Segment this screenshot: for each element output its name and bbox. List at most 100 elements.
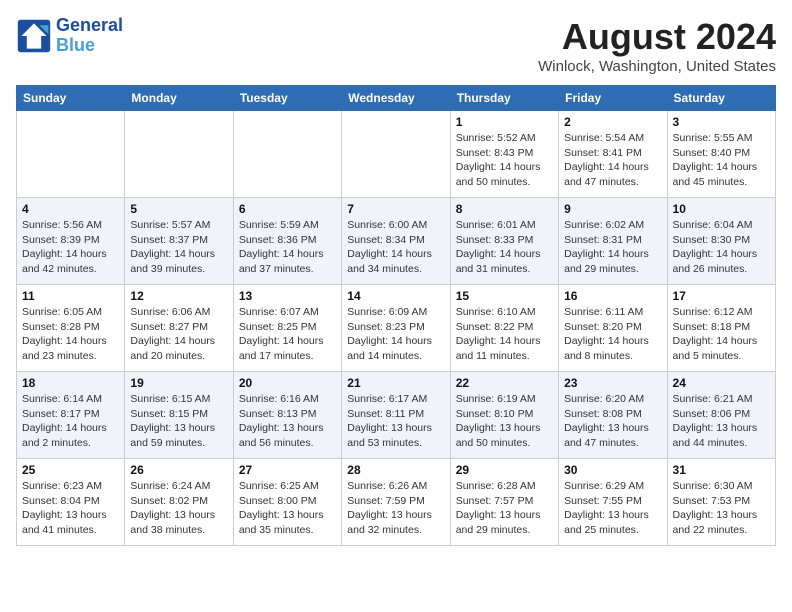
day-info: Sunrise: 5:56 AMSunset: 8:39 PMDaylight:… — [22, 218, 119, 277]
day-number: 30 — [564, 463, 661, 477]
calendar-cell: 27 Sunrise: 6:25 AMSunset: 8:00 PMDayligh… — [233, 459, 341, 546]
day-info: Sunrise: 6:11 AMSunset: 8:20 PMDaylight:… — [564, 305, 661, 364]
day-number: 12 — [130, 289, 227, 303]
calendar-cell: 16 Sunrise: 6:11 AMSunset: 8:20 PMDayligh… — [559, 285, 667, 372]
day-number: 2 — [564, 115, 661, 129]
calendar-week-row: 4 Sunrise: 5:56 AMSunset: 8:39 PMDaylight… — [17, 198, 776, 285]
day-info: Sunrise: 6:01 AMSunset: 8:33 PMDaylight:… — [456, 218, 553, 277]
calendar-table: SundayMondayTuesdayWednesdayThursdayFrid… — [16, 85, 776, 546]
calendar-cell: 2 Sunrise: 5:54 AMSunset: 8:41 PMDaylight… — [559, 111, 667, 198]
day-number: 29 — [456, 463, 553, 477]
day-info: Sunrise: 6:10 AMSunset: 8:22 PMDaylight:… — [456, 305, 553, 364]
logo-icon — [16, 18, 52, 54]
calendar-cell — [125, 111, 233, 198]
day-info: Sunrise: 6:28 AMSunset: 7:57 PMDaylight:… — [456, 479, 553, 538]
day-number: 23 — [564, 376, 661, 390]
calendar-cell: 21 Sunrise: 6:17 AMSunset: 8:11 PMDayligh… — [342, 372, 450, 459]
day-info: Sunrise: 5:52 AMSunset: 8:43 PMDaylight:… — [456, 131, 553, 190]
logo: General Blue — [16, 16, 123, 56]
day-number: 26 — [130, 463, 227, 477]
calendar-cell: 18 Sunrise: 6:14 AMSunset: 8:17 PMDayligh… — [17, 372, 125, 459]
day-info: Sunrise: 5:57 AMSunset: 8:37 PMDaylight:… — [130, 218, 227, 277]
day-info: Sunrise: 6:21 AMSunset: 8:06 PMDaylight:… — [673, 392, 770, 451]
day-number: 13 — [239, 289, 336, 303]
day-info: Sunrise: 6:07 AMSunset: 8:25 PMDaylight:… — [239, 305, 336, 364]
day-info: Sunrise: 6:23 AMSunset: 8:04 PMDaylight:… — [22, 479, 119, 538]
day-number: 28 — [347, 463, 444, 477]
weekday-header-row: SundayMondayTuesdayWednesdayThursdayFrid… — [17, 86, 776, 111]
calendar-week-row: 11Sunrise: 6:05 AMSunset: 8:28 PMDayligh… — [17, 285, 776, 372]
day-number: 22 — [456, 376, 553, 390]
calendar-cell: 6 Sunrise: 5:59 AMSunset: 8:36 PMDaylight… — [233, 198, 341, 285]
weekday-header: Thursday — [450, 86, 558, 111]
day-info: Sunrise: 5:54 AMSunset: 8:41 PMDaylight:… — [564, 131, 661, 190]
calendar-cell: 10Sunrise: 6:04 AMSunset: 8:30 PMDayligh… — [667, 198, 775, 285]
calendar-cell: 7 Sunrise: 6:00 AMSunset: 8:34 PMDaylight… — [342, 198, 450, 285]
day-info: Sunrise: 6:26 AMSunset: 7:59 PMDaylight:… — [347, 479, 444, 538]
day-info: Sunrise: 6:25 AMSunset: 8:00 PMDaylight:… — [239, 479, 336, 538]
day-number: 31 — [673, 463, 770, 477]
calendar-cell: 1 Sunrise: 5:52 AMSunset: 8:43 PMDaylight… — [450, 111, 558, 198]
calendar-cell: 9 Sunrise: 6:02 AMSunset: 8:31 PMDaylight… — [559, 198, 667, 285]
calendar-cell: 20 Sunrise: 6:16 AMSunset: 8:13 PMDayligh… — [233, 372, 341, 459]
calendar-week-row: 18 Sunrise: 6:14 AMSunset: 8:17 PMDayligh… — [17, 372, 776, 459]
day-number: 20 — [239, 376, 336, 390]
calendar-week-row: 25 Sunrise: 6:23 AMSunset: 8:04 PMDayligh… — [17, 459, 776, 546]
day-info: Sunrise: 6:30 AMSunset: 7:53 PMDaylight:… — [673, 479, 770, 538]
calendar-cell: 24 Sunrise: 6:21 AMSunset: 8:06 PMDayligh… — [667, 372, 775, 459]
weekday-header: Friday — [559, 86, 667, 111]
day-number: 25 — [22, 463, 119, 477]
day-number: 1 — [456, 115, 553, 129]
day-number: 10 — [673, 202, 770, 216]
calendar-cell — [342, 111, 450, 198]
day-number: 7 — [347, 202, 444, 216]
calendar-cell: 29 Sunrise: 6:28 AMSunset: 7:57 PMDayligh… — [450, 459, 558, 546]
day-number: 27 — [239, 463, 336, 477]
calendar-cell: 3 Sunrise: 5:55 AMSunset: 8:40 PMDaylight… — [667, 111, 775, 198]
day-number: 9 — [564, 202, 661, 216]
calendar-cell: 26 Sunrise: 6:24 AMSunset: 8:02 PMDayligh… — [125, 459, 233, 546]
calendar-week-row: 1 Sunrise: 5:52 AMSunset: 8:43 PMDaylight… — [17, 111, 776, 198]
day-info: Sunrise: 6:14 AMSunset: 8:17 PMDaylight:… — [22, 392, 119, 451]
calendar-cell: 15Sunrise: 6:10 AMSunset: 8:22 PMDayligh… — [450, 285, 558, 372]
day-number: 5 — [130, 202, 227, 216]
day-info: Sunrise: 5:59 AMSunset: 8:36 PMDaylight:… — [239, 218, 336, 277]
calendar-cell: 4 Sunrise: 5:56 AMSunset: 8:39 PMDaylight… — [17, 198, 125, 285]
weekday-header: Saturday — [667, 86, 775, 111]
day-info: Sunrise: 6:20 AMSunset: 8:08 PMDaylight:… — [564, 392, 661, 451]
day-number: 24 — [673, 376, 770, 390]
day-info: Sunrise: 6:24 AMSunset: 8:02 PMDaylight:… — [130, 479, 227, 538]
calendar-cell: 23 Sunrise: 6:20 AMSunset: 8:08 PMDayligh… — [559, 372, 667, 459]
calendar-cell: 14Sunrise: 6:09 AMSunset: 8:23 PMDayligh… — [342, 285, 450, 372]
day-info: Sunrise: 6:00 AMSunset: 8:34 PMDaylight:… — [347, 218, 444, 277]
day-number: 6 — [239, 202, 336, 216]
calendar-cell: 19Sunrise: 6:15 AMSunset: 8:15 PMDayligh… — [125, 372, 233, 459]
day-number: 16 — [564, 289, 661, 303]
calendar-cell: 25 Sunrise: 6:23 AMSunset: 8:04 PMDayligh… — [17, 459, 125, 546]
calendar-cell: 12 Sunrise: 6:06 AMSunset: 8:27 PMDayligh… — [125, 285, 233, 372]
page-header: General Blue August 2024 Winlock, Washin… — [16, 16, 776, 75]
day-number: 4 — [22, 202, 119, 216]
day-number: 8 — [456, 202, 553, 216]
calendar-cell: 28 Sunrise: 6:26 AMSunset: 7:59 PMDayligh… — [342, 459, 450, 546]
day-number: 18 — [22, 376, 119, 390]
calendar-cell: 13 Sunrise: 6:07 AMSunset: 8:25 PMDayligh… — [233, 285, 341, 372]
day-info: Sunrise: 6:02 AMSunset: 8:31 PMDaylight:… — [564, 218, 661, 277]
day-info: Sunrise: 6:29 AMSunset: 7:55 PMDaylight:… — [564, 479, 661, 538]
logo-text: General Blue — [56, 16, 123, 56]
day-info: Sunrise: 6:05 AMSunset: 8:28 PMDaylight:… — [22, 305, 119, 364]
calendar-cell: 22Sunrise: 6:19 AMSunset: 8:10 PMDayligh… — [450, 372, 558, 459]
day-info: Sunrise: 6:16 AMSunset: 8:13 PMDaylight:… — [239, 392, 336, 451]
day-number: 3 — [673, 115, 770, 129]
weekday-header: Wednesday — [342, 86, 450, 111]
day-number: 21 — [347, 376, 444, 390]
day-info: Sunrise: 6:06 AMSunset: 8:27 PMDaylight:… — [130, 305, 227, 364]
month-year: August 2024 — [538, 16, 776, 58]
weekday-header: Tuesday — [233, 86, 341, 111]
day-number: 14 — [347, 289, 444, 303]
day-info: Sunrise: 6:17 AMSunset: 8:11 PMDaylight:… — [347, 392, 444, 451]
day-info: Sunrise: 5:55 AMSunset: 8:40 PMDaylight:… — [673, 131, 770, 190]
location: Winlock, Washington, United States — [538, 58, 776, 75]
calendar-cell — [233, 111, 341, 198]
weekday-header: Monday — [125, 86, 233, 111]
